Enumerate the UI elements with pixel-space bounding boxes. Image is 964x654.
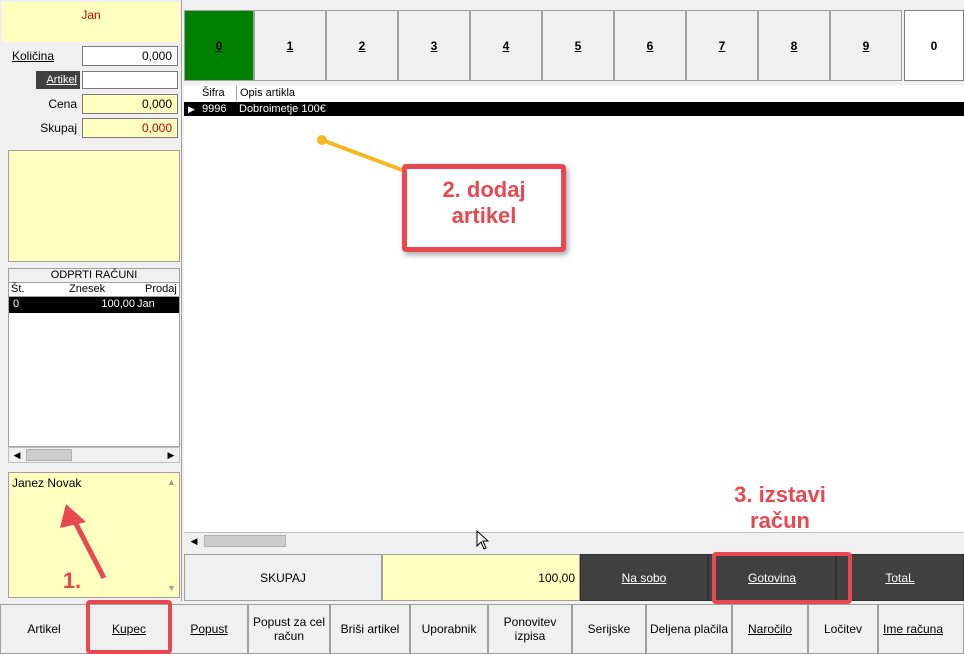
scroll-up-icon[interactable]: ▲ bbox=[167, 477, 176, 487]
bill-name-button[interactable]: Ime računa bbox=[878, 604, 964, 654]
scroll-right-icon[interactable]: ▶ bbox=[163, 448, 179, 462]
annotation-customer-highlight bbox=[86, 600, 172, 654]
mouse-cursor-icon bbox=[476, 530, 490, 550]
scroll-down-icon[interactable]: ▼ bbox=[167, 583, 176, 593]
grid-row[interactable]: ▶ 9996 Dobroimetje 100€ bbox=[184, 102, 964, 116]
left-panel: Jan Količina 0,000 Artikel Cena 0,000 Sk… bbox=[0, 0, 182, 601]
tab-6[interactable]: 6 bbox=[614, 10, 686, 81]
tab-4[interactable]: 4 bbox=[470, 10, 542, 81]
summary-label: SKUPAJ bbox=[184, 554, 382, 601]
grid-scrollbar[interactable]: ◀ bbox=[184, 532, 964, 550]
price-label: Cena bbox=[48, 97, 77, 111]
quantity-row: Količina 0,000 bbox=[2, 46, 180, 66]
discount-button[interactable]: Popust bbox=[170, 604, 248, 654]
customer-box[interactable]: Janez Novak ▲ ▼ bbox=[8, 472, 180, 598]
col-no: Št. bbox=[11, 283, 25, 295]
col-description: Opis artikla bbox=[236, 85, 295, 101]
row-description: Dobroimetje 100€ bbox=[239, 103, 326, 115]
annotation-step3: 3. izstavi račun bbox=[734, 482, 826, 533]
col-seller: Prodaj bbox=[145, 283, 177, 295]
annotation-step1: 1. bbox=[62, 568, 82, 593]
col-code: Šifra bbox=[202, 87, 225, 99]
col-amount: Znesek bbox=[69, 283, 106, 295]
article-row: Artikel bbox=[2, 70, 180, 90]
split-payment-button[interactable]: Deljena plačila bbox=[646, 604, 732, 654]
bill-no: 0 bbox=[13, 298, 20, 310]
bill-discount-button[interactable]: Popust za cel račun bbox=[248, 604, 330, 654]
tab-2[interactable]: 2 bbox=[326, 10, 398, 81]
tab-9[interactable]: 9 bbox=[830, 10, 902, 81]
summary-value: 100,00 bbox=[382, 554, 580, 601]
reprint-button[interactable]: Ponovitev izpisa bbox=[488, 604, 572, 654]
grid-scroll-thumb[interactable] bbox=[204, 535, 286, 547]
open-bills-header: Št. Znesek Prodaj bbox=[9, 283, 179, 297]
tab-7[interactable]: 7 bbox=[686, 10, 758, 81]
annotation-step2: 2. dodaj artikel bbox=[402, 164, 566, 252]
scroll-left-icon[interactable]: ◀ bbox=[9, 448, 25, 462]
tab-1[interactable]: 1 bbox=[254, 10, 326, 81]
note-area[interactable] bbox=[8, 150, 180, 262]
tab-active-bill[interactable]: 0 bbox=[904, 10, 964, 81]
annotation-cash-highlight bbox=[712, 552, 852, 604]
quantity-field[interactable]: 0,000 bbox=[82, 46, 178, 66]
bill-amount: 100,00 bbox=[101, 298, 135, 310]
total-row: Skupaj 0,000 bbox=[2, 118, 180, 138]
pos-window: Jan Količina 0,000 Artikel Cena 0,000 Sk… bbox=[0, 0, 964, 654]
tab-5[interactable]: 5 bbox=[542, 10, 614, 81]
order-button[interactable]: Naročilo bbox=[732, 604, 808, 654]
row-pointer-icon: ▶ bbox=[188, 104, 195, 114]
bill-tabs: 0 1 2 3 4 5 6 7 8 9 0 bbox=[182, 10, 964, 81]
open-bills-title: ODPRTI RAČUNI bbox=[8, 268, 180, 282]
quantity-label: Količina bbox=[12, 49, 55, 63]
open-bills-list[interactable]: Št. Znesek Prodaj 0 100,00 Jan bbox=[8, 282, 180, 447]
article-field[interactable] bbox=[82, 71, 178, 89]
article-label: Artikel bbox=[36, 71, 80, 89]
serial-button[interactable]: Serijske bbox=[572, 604, 646, 654]
grid-scroll-left-icon[interactable]: ◀ bbox=[186, 534, 202, 548]
bill-seller: Jan bbox=[137, 298, 155, 310]
total-button[interactable]: TotaL bbox=[836, 554, 964, 601]
items-grid[interactable]: Šifra Opis artikla ▶ 9996 Dobroimetje 10… bbox=[184, 85, 964, 532]
delete-article-button[interactable]: Briši artikel bbox=[330, 604, 410, 654]
row-code: 9996 bbox=[202, 103, 227, 115]
total-label: Skupaj bbox=[40, 121, 77, 135]
price-row: Cena 0,000 bbox=[2, 94, 180, 114]
tab-3[interactable]: 3 bbox=[398, 10, 470, 81]
current-user: Jan bbox=[2, 2, 180, 42]
tab-0[interactable]: 0 bbox=[184, 10, 254, 81]
customer-scrollbar[interactable]: ▲ ▼ bbox=[163, 473, 179, 597]
customer-name: Janez Novak bbox=[12, 476, 82, 490]
scroll-thumb[interactable] bbox=[26, 449, 72, 461]
total-field: 0,000 bbox=[82, 118, 178, 138]
tab-8[interactable]: 8 bbox=[758, 10, 830, 81]
open-bills-scrollbar[interactable]: ◀ ▶ bbox=[8, 447, 180, 463]
article-button[interactable]: Artikel bbox=[0, 604, 88, 654]
price-field[interactable]: 0,000 bbox=[82, 94, 178, 114]
room-charge-button[interactable]: Na sobo bbox=[580, 554, 708, 601]
split-bill-button[interactable]: Ločitev bbox=[808, 604, 878, 654]
open-bill-row[interactable]: 0 100,00 Jan bbox=[9, 297, 179, 313]
user-button[interactable]: Uporabnik bbox=[410, 604, 488, 654]
